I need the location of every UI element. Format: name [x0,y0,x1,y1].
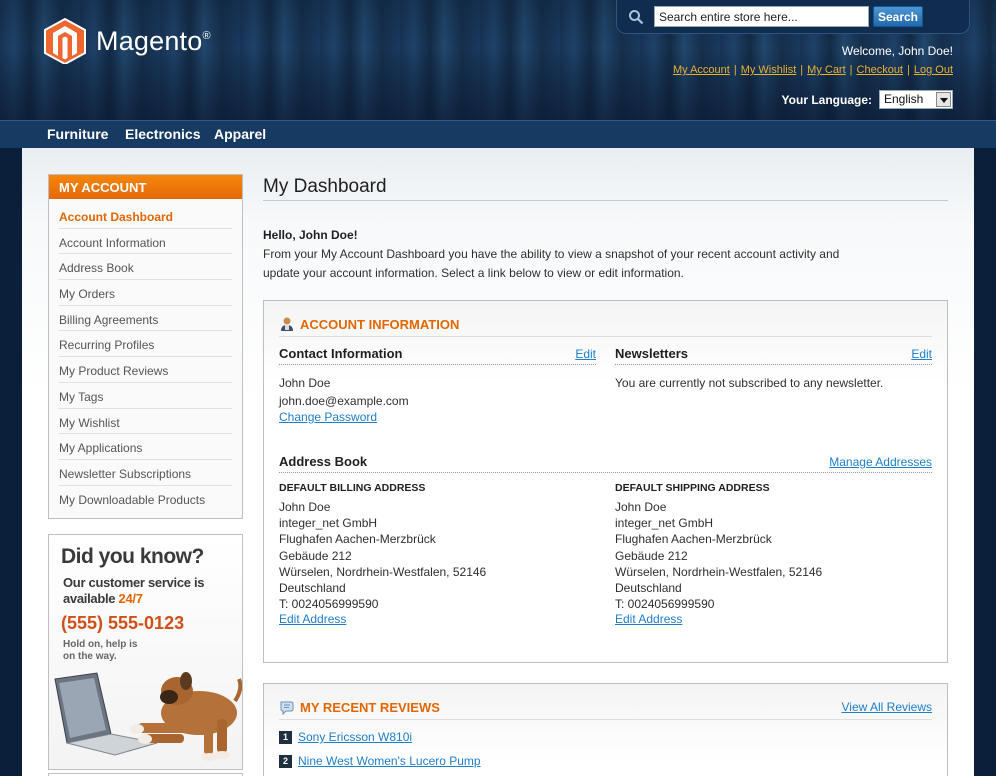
language-select[interactable]: English [879,90,953,109]
contact-information: Contact Information Edit John Doe john.d… [279,346,596,424]
recent-reviews-box: My Recent Reviews View All Reviews 1 Son… [263,683,948,776]
sidebar-item-address-book[interactable]: Address Book [59,254,232,281]
sidebar-nav: Account Dashboard Account Information Ad… [49,199,242,511]
contact-email: john.doe@example.com [279,394,409,408]
sidebar-item-recurring-profiles[interactable]: Recurring Profiles [59,331,232,358]
log-out-link[interactable]: Log Out [914,64,953,76]
language-switcher: Your Language: English [782,90,953,109]
newsletter-status: You are currently not subscribed to any … [615,376,884,390]
contact-information-title: Contact Information [279,346,403,361]
sidebar-item-account-information[interactable]: Account Information [59,229,232,255]
search-bar: Search [616,0,970,34]
sidebar-item-newsletter-subscriptions[interactable]: Newsletter Subscriptions [59,460,232,486]
billing-line: Deutschland [279,581,346,596]
site-header: Magento® Search Welcome, John Doe! My Ac… [0,0,996,120]
address-book-title: Address Book [279,454,368,469]
manage-addresses-link[interactable]: Manage Addresses [829,455,932,469]
edit-shipping-address-link[interactable]: Edit Address [615,612,682,626]
title-divider [263,200,948,201]
welcome-message: Welcome, John Doe! [841,44,953,58]
shipping-line: integer_net GmbH [615,516,714,531]
shipping-line: Gebäude 212 [615,548,688,563]
shipping-line: Würselen, Nordrhein-Westfalen, 52146 [615,564,823,579]
sidebar-item-account-dashboard: Account Dashboard [59,203,232,229]
review-item: 1 Sony Ericsson W810i [279,730,412,744]
billing-address-heading: Default Billing Address [279,482,426,494]
reviews-icon [280,701,294,715]
recent-reviews-title: My Recent Reviews [300,699,440,715]
user-icon [281,317,293,331]
nav-item-apparel[interactable]: Apparel [214,126,266,142]
nav-item-furniture[interactable]: Furniture [47,126,108,142]
magento-logo-icon [44,18,86,64]
review-product-link[interactable]: Nine West Women's Lucero Pump [298,754,481,768]
promo-highlight: 24/7 [118,591,143,606]
billing-line: Würselen, Nordrhein-Westfalen, 52146 [279,564,487,579]
sidebar-item-my-tags[interactable]: My Tags [59,383,232,409]
default-billing-address: Default Billing Address John Doe integer… [279,474,596,626]
sidebar-item-my-applications[interactable]: My Applications [59,434,232,460]
shipping-line: Deutschland [615,581,682,596]
promo-line-1: Our customer service is [63,575,205,590]
default-shipping-address: Default Shipping Address John Doe intege… [615,474,932,626]
search-icon [629,10,644,25]
main-nav: Furniture Electronics Apparel [0,120,996,148]
dashboard-intro: From your My Account Dashboard you have … [263,247,840,280]
sidebar-item-my-product-reviews[interactable]: My Product Reviews [59,357,232,383]
my-account-link[interactable]: My Account [673,64,730,76]
my-cart-link[interactable]: My Cart [807,64,846,76]
dog-laptop-illustration [54,672,242,761]
shipping-line: John Doe [615,500,667,514]
logo-text: Magento [96,25,203,56]
sidebar-item-billing-agreements[interactable]: Billing Agreements [59,306,232,332]
customer-service-promo[interactable]: Did you know? Our customer service is av… [48,534,243,770]
header-links: My Account | My Wishlist | My Cart | Checkout |… [672,64,953,76]
account-information-title: Account Information [300,316,460,332]
address-book: Address Book Manage Addresses [279,454,932,473]
change-password-link[interactable]: Change Password [279,410,377,424]
page-title: My Dashboard [263,176,387,197]
billing-line: integer_net GmbH [279,516,378,531]
edit-billing-address-link[interactable]: Edit Address [279,612,346,626]
review-item: 2 Nine West Women's Lucero Pump [279,754,481,768]
sidebar-item-my-orders[interactable]: My Orders [59,280,232,306]
newsletters: Newsletters Edit You are currently not s… [615,346,932,392]
checkout-link[interactable]: Checkout [857,64,903,76]
sidebar-title: My Account [49,175,242,199]
nav-item-electronics[interactable]: Electronics [125,126,200,142]
billing-line: John Doe [279,500,331,514]
main-area: My Account Account Dashboard Account Inf… [22,148,974,776]
view-all-reviews-link[interactable]: View All Reviews [842,700,932,714]
shipping-line: Flughafen Aachen-Merzbrück [615,532,772,547]
search-button[interactable]: Search [873,6,923,27]
sidebar-item-my-downloadable-products[interactable]: My Downloadable Products [59,486,232,512]
my-wishlist-link[interactable]: My Wishlist [741,64,797,76]
billing-line: Flughafen Aachen-Merzbrück [279,532,436,547]
shipping-line: T: 0024056999590 [615,597,715,612]
shipping-address-heading: Default Shipping Address [615,482,770,494]
promo-phone: (555) 555-0123 [61,613,185,633]
sidebar-item-my-wishlist[interactable]: My Wishlist [59,409,232,435]
greeting: Hello, John Doe! [263,228,358,242]
review-number: 1 [279,730,292,744]
promo-title: Did you know? [61,545,204,568]
contact-name: John Doe [279,376,331,390]
account-information-box: Account Information Contact Information … [263,300,948,663]
review-number: 2 [279,754,292,768]
edit-contact-link[interactable]: Edit [575,347,596,361]
language-selected: English [884,92,924,106]
logo-registered: ® [202,29,211,42]
billing-line: Gebäude 212 [279,548,352,563]
account-sidebar: My Account Account Dashboard Account Inf… [48,174,243,519]
promo-line-2: available [63,591,116,606]
billing-line: T: 0024056999590 [279,597,379,612]
newsletters-title: Newsletters [615,346,688,361]
language-label: Your Language: [781,92,872,107]
review-product-link[interactable]: Sony Ericsson W810i [298,730,412,744]
search-input[interactable] [654,6,869,27]
site-logo[interactable]: Magento® [44,18,211,64]
chevron-down-icon[interactable] [936,92,951,107]
edit-newsletters-link[interactable]: Edit [911,347,932,361]
